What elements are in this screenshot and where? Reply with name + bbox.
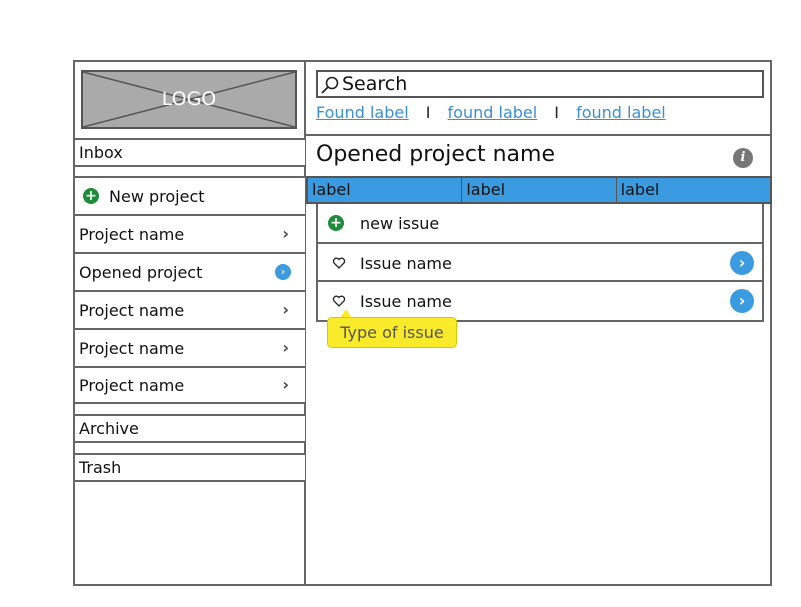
logo-text: LOGO [161,88,217,110]
column-header[interactable]: label [462,178,617,202]
sidebar-item-label: Project name [79,375,185,395]
issue-list: + new issue Issue name › Issue name › [316,204,764,322]
chevron-circle-right-icon[interactable]: › [730,289,754,313]
sidebar-item-label: Inbox [79,143,123,162]
logo-placeholder: LOGO [81,70,297,129]
search-input[interactable]: Search [316,70,764,98]
sidebar-item-trash[interactable]: Trash [75,453,305,482]
chevron-right-icon: › [282,375,289,394]
sidebar-item-label: Archive [79,419,139,438]
sidebar-item-project[interactable]: Project name › [75,366,305,404]
chevron-right-icon: › [282,338,289,357]
chevron-right-icon: › [282,224,289,243]
new-project-button[interactable]: + New project [75,176,305,214]
chevron-circle-right-icon: › [275,264,291,280]
column-header[interactable]: label [308,178,463,202]
heart-icon[interactable] [332,256,346,270]
sidebar-item-project[interactable]: Project name › [75,214,305,252]
sidebar-item-project[interactable]: Project name › [75,290,305,328]
search-result-separator: I [554,103,559,122]
column-header[interactable]: label [617,178,770,202]
new-project-label: New project [109,186,205,206]
new-issue-button[interactable]: + new issue [318,204,764,242]
tooltip: Type of issue [327,317,457,348]
sidebar-item-label: Project name [79,300,185,320]
search-result-separator: I [425,103,431,122]
chevron-right-icon: › [282,300,289,319]
new-issue-label: new issue [360,213,440,233]
plus-circle-icon: + [328,215,344,231]
info-icon[interactable]: i [733,148,753,168]
search-results: Found label I found label I found label [316,103,666,122]
issue-name: Issue name [360,253,452,273]
table-header: label label label [306,176,772,204]
list-item[interactable]: Issue name › [318,242,764,282]
list-item[interactable]: Issue name › [318,280,764,320]
search-result-link[interactable]: Found label [316,103,409,122]
sidebar-item-label: Project name [79,224,185,244]
heart-icon[interactable] [332,294,346,308]
sidebar-item-inbox[interactable]: Inbox [75,138,305,167]
sidebar-item-label: Opened project [79,262,203,282]
sidebar-item-archive[interactable]: Archive [75,414,305,443]
search-result-link[interactable]: found label [576,103,666,122]
search-icon [321,76,339,94]
header-divider [306,134,772,136]
plus-circle-icon: + [83,188,99,204]
sidebar-item-project[interactable]: Project name › [75,328,305,366]
sidebar-item-label: Trash [79,458,122,477]
page-title: Opened project name [316,142,555,167]
sidebar-item-project-opened[interactable]: Opened project › [75,252,305,290]
sidebar-item-label: Project name [79,338,185,358]
search-result-link[interactable]: found label [448,103,538,122]
chevron-circle-right-icon[interactable]: › [730,251,754,275]
issue-name: Issue name [360,291,452,311]
